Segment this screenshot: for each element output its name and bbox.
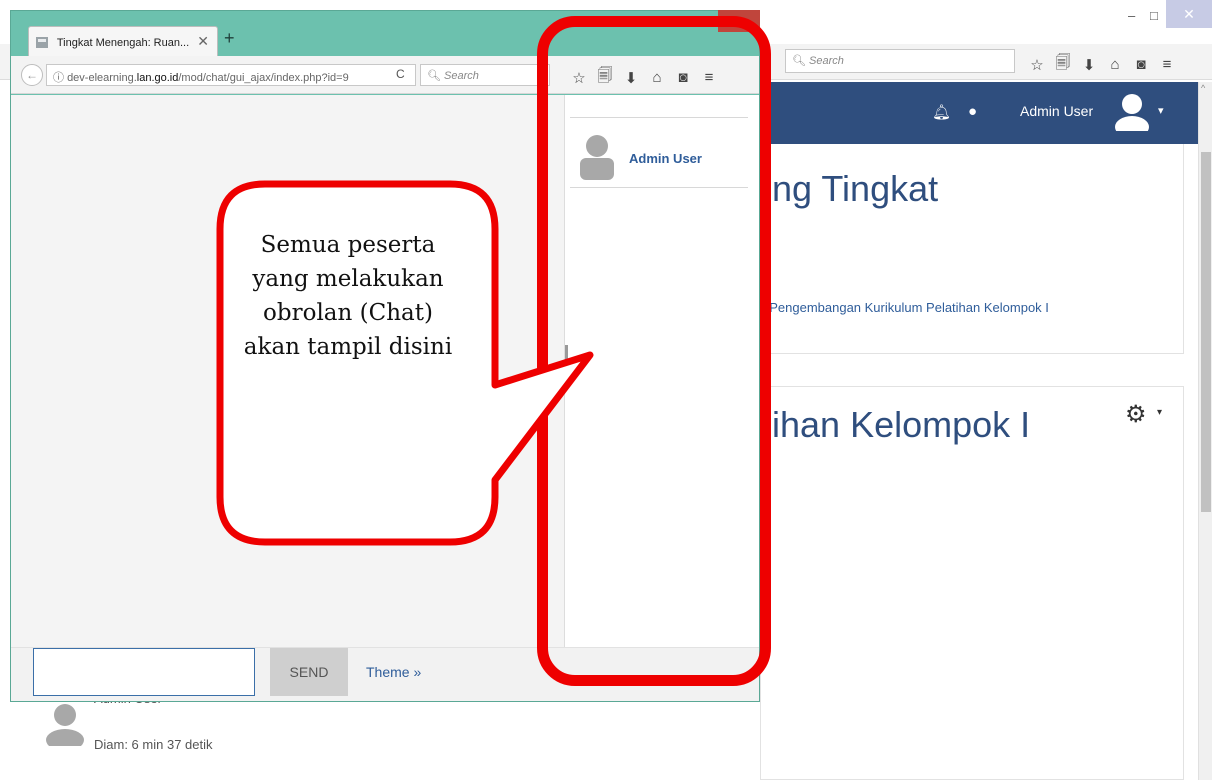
callout-text: Semua peserta yang melakukan obrolan (Ch… — [243, 232, 453, 360]
speech-callout — [216, 180, 594, 546]
